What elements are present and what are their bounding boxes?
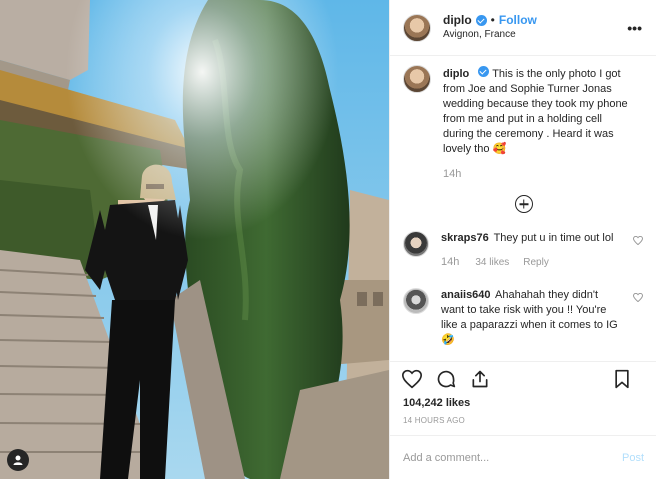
post-photo-image [0, 0, 389, 479]
heart-icon[interactable] [402, 369, 422, 389]
comments-list: diplo This is the only photo I got from … [390, 56, 656, 361]
author-avatar[interactable] [403, 13, 431, 42]
caption-username[interactable]: diplo [443, 68, 469, 80]
action-bar [390, 361, 656, 395]
comment-text-block: skraps76 They put u in time out lol 14h … [441, 231, 621, 270]
comment-likes[interactable]: 34 likes [475, 255, 509, 270]
comment-text-block: anaiis640 Ahahahah they didn't want to t… [441, 288, 621, 348]
instagram-post: diplo • Follow Avignon, France ••• diplo… [0, 0, 656, 479]
comment-item: anaiis640 Ahahahah they didn't want to t… [403, 288, 644, 348]
commenter-avatar[interactable] [403, 231, 429, 257]
post-header: diplo • Follow Avignon, France ••• [390, 0, 656, 56]
separator-dot: • [490, 13, 495, 27]
posted-time[interactable]: 14 HOURS AGO [390, 409, 656, 435]
load-more-icon[interactable] [514, 195, 533, 213]
author-meta: diplo • Follow Avignon, France [443, 13, 537, 42]
comment-heart-icon[interactable] [633, 236, 643, 245]
likes-count[interactable]: 104,242 likes [390, 395, 656, 409]
bookmark-icon[interactable] [612, 369, 632, 389]
add-comment-bar: Add a comment... Post [390, 435, 656, 479]
commenter-avatar[interactable] [403, 288, 429, 314]
caption-text: This is the only photo I got from Joe an… [443, 68, 628, 155]
author-username[interactable]: diplo [443, 13, 472, 27]
post-comment-button[interactable]: Post [622, 452, 644, 464]
reply-button[interactable]: Reply [523, 255, 549, 270]
caption-avatar[interactable] [403, 65, 431, 93]
comment-time[interactable]: 14h [441, 255, 459, 270]
follow-button[interactable]: Follow [499, 13, 537, 27]
user-tag-icon[interactable] [7, 449, 29, 471]
caption: diplo This is the only photo I got from … [403, 65, 644, 182]
post-photo[interactable] [0, 0, 389, 479]
commenter-username[interactable]: anaiis640 [441, 289, 491, 301]
caption-time[interactable]: 14h [443, 167, 633, 182]
post-side-panel: diplo • Follow Avignon, France ••• diplo… [389, 0, 656, 479]
verified-badge-icon [475, 14, 487, 26]
more-options-icon[interactable]: ••• [627, 20, 642, 36]
comment-item: skraps76 They put u in time out lol 14h … [403, 231, 644, 270]
caption-text-block: diplo This is the only photo I got from … [443, 66, 633, 182]
comment-icon[interactable] [436, 369, 456, 389]
author-row: diplo • Follow [443, 13, 537, 27]
comment-text: They put u in time out lol [493, 232, 614, 244]
comment-meta: 14h 34 likes Reply [441, 255, 621, 270]
commenter-username[interactable]: skraps76 [441, 232, 489, 244]
share-icon[interactable] [470, 369, 490, 389]
comment-heart-icon[interactable] [633, 293, 643, 302]
location-link[interactable]: Avignon, France [443, 28, 537, 42]
comment-input[interactable]: Add a comment... [403, 452, 489, 464]
verified-badge-icon [478, 66, 490, 77]
